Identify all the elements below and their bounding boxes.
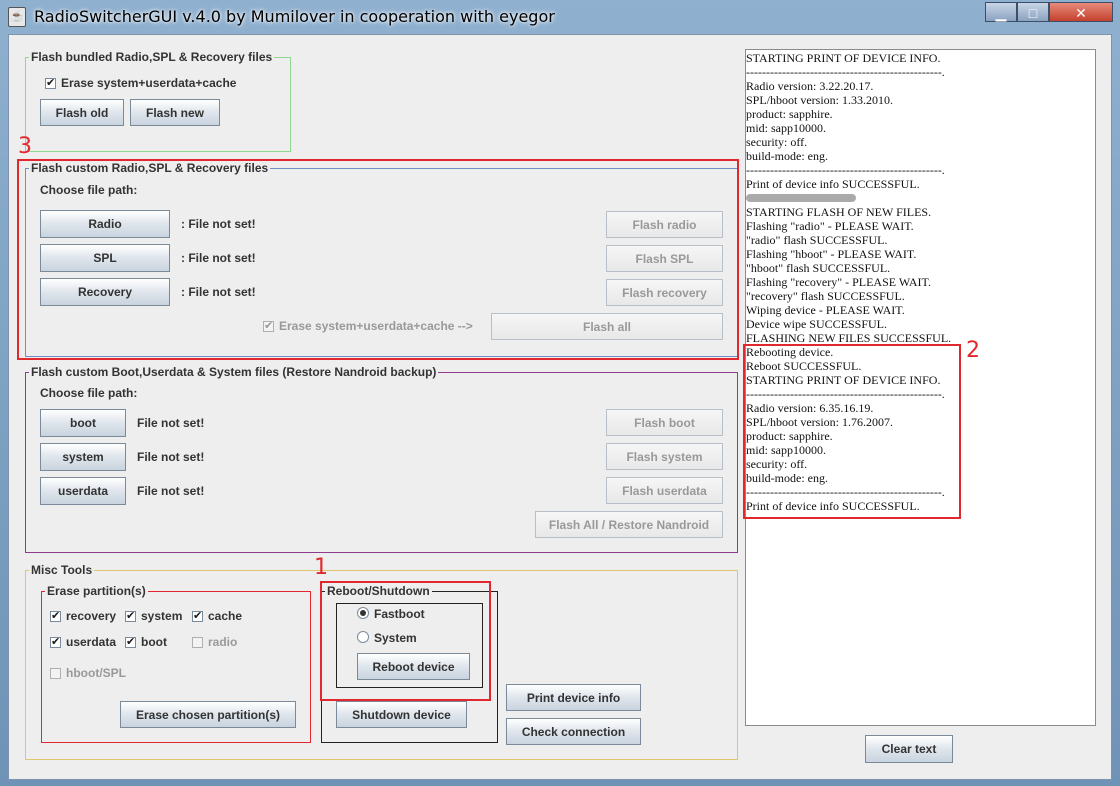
java-app-icon: ☕ bbox=[8, 7, 26, 27]
print-device-info-button[interactable]: Print device info bbox=[506, 684, 641, 711]
log-line: FLASHING NEW FILES SUCCESSFUL. bbox=[746, 331, 952, 345]
flash-boot-button[interactable]: Flash boot bbox=[606, 409, 723, 436]
log-line: Radio version: 3.22.20.17. bbox=[746, 79, 874, 93]
userdata-file-button[interactable]: userdata bbox=[40, 477, 126, 505]
boot-checkbox[interactable]: ✔ bbox=[125, 637, 136, 648]
flash-new-button[interactable]: Flash new bbox=[130, 99, 220, 126]
close-button[interactable]: ✕ bbox=[1049, 2, 1113, 22]
annotation-box-1 bbox=[320, 581, 491, 701]
log-line: Flashing "recovery" - PLEASE WAIT. bbox=[746, 275, 931, 289]
bundled-erase-checkbox[interactable]: ✔ bbox=[45, 78, 56, 89]
log-line: SPL/hboot version: 1.33.2010. bbox=[746, 93, 894, 107]
flash-userdata-button[interactable]: Flash userdata bbox=[606, 477, 723, 504]
log-line: STARTING PRINT OF DEVICE INFO. bbox=[746, 51, 941, 65]
log-line: Device wipe SUCCESSFUL. bbox=[746, 317, 887, 331]
system-checkbox[interactable]: ✔ bbox=[125, 611, 136, 622]
log-line: build-mode: eng. bbox=[746, 149, 828, 163]
log-line: "recovery" flash SUCCESSFUL. bbox=[746, 289, 905, 303]
log-line: Wiping device - PLEASE WAIT. bbox=[746, 303, 905, 317]
annotation-label-1: 1 bbox=[314, 555, 328, 580]
erase-partitions-button[interactable]: Erase chosen partition(s) bbox=[120, 701, 296, 728]
main-panel: Flash bundled Radio,SPL & Recovery files… bbox=[8, 34, 1112, 780]
app-window: ☕ RadioSwitcherGUI v.4.0 by Mumilover in… bbox=[0, 0, 1120, 786]
hboot-checkbox-label: hboot/SPL bbox=[66, 666, 126, 680]
log-line: Flashing "hboot" - PLEASE WAIT. bbox=[746, 247, 917, 261]
window-title: RadioSwitcherGUI v.4.0 by Mumilover in c… bbox=[34, 7, 555, 26]
recovery-checkbox-label: recovery bbox=[66, 609, 117, 623]
annotation-box-3 bbox=[17, 159, 739, 360]
cache-checkbox[interactable]: ✔ bbox=[192, 611, 203, 622]
log-line: mid: sapp10000. bbox=[746, 121, 826, 135]
bundled-erase-label: Erase system+userdata+cache bbox=[61, 76, 237, 90]
log-line: ----------------------------------------… bbox=[746, 163, 945, 177]
recovery-checkbox[interactable]: ✔ bbox=[50, 611, 61, 622]
radio-checkbox[interactable] bbox=[192, 637, 203, 648]
erase-partitions-legend: Erase partition(s) bbox=[45, 584, 148, 598]
userdata-checkbox-label: userdata bbox=[66, 635, 117, 649]
nandroid-legend: Flash custom Boot,Userdata & System file… bbox=[29, 365, 439, 379]
annotation-box-2 bbox=[743, 344, 961, 519]
system-file-status: File not set! bbox=[137, 450, 205, 464]
system-checkbox-label: system bbox=[141, 609, 183, 623]
log-line: Print of device info SUCCESSFUL. bbox=[746, 177, 920, 191]
boot-file-status: File not set! bbox=[137, 416, 205, 430]
radio-checkbox-label: radio bbox=[208, 635, 238, 649]
check-connection-button[interactable]: Check connection bbox=[506, 718, 641, 745]
minimize-button[interactable]: ▁ bbox=[985, 2, 1017, 22]
flash-all-nandroid-button[interactable]: Flash All / Restore Nandroid bbox=[535, 511, 723, 538]
log-line bbox=[746, 194, 856, 202]
misc-legend: Misc Tools bbox=[29, 563, 95, 577]
nandroid-choose-label: Choose file path: bbox=[40, 386, 138, 400]
shutdown-device-button[interactable]: Shutdown device bbox=[336, 701, 467, 728]
title-bar[interactable]: ☕ RadioSwitcherGUI v.4.0 by Mumilover in… bbox=[0, 0, 1120, 34]
log-line: Flashing "radio" - PLEASE WAIT. bbox=[746, 219, 914, 233]
userdata-checkbox[interactable]: ✔ bbox=[50, 637, 61, 648]
userdata-file-status: File not set! bbox=[137, 484, 205, 498]
annotation-label-3: 3 bbox=[18, 134, 32, 159]
log-line: STARTING FLASH OF NEW FILES. bbox=[746, 205, 932, 219]
log-line: "hboot" flash SUCCESSFUL. bbox=[746, 261, 891, 275]
log-line: ----------------------------------------… bbox=[746, 65, 945, 79]
log-line: "radio" flash SUCCESSFUL. bbox=[746, 233, 888, 247]
log-line: security: off. bbox=[746, 135, 808, 149]
bundled-legend: Flash bundled Radio,SPL & Recovery files bbox=[29, 50, 275, 64]
flash-old-button[interactable]: Flash old bbox=[40, 99, 124, 126]
boot-file-button[interactable]: boot bbox=[40, 409, 126, 437]
hboot-checkbox[interactable] bbox=[50, 668, 61, 679]
annotation-label-2: 2 bbox=[966, 338, 980, 363]
log-line: product: sapphire. bbox=[746, 107, 833, 121]
system-file-button[interactable]: system bbox=[40, 443, 126, 471]
flash-system-button[interactable]: Flash system bbox=[606, 443, 723, 470]
clear-text-button[interactable]: Clear text bbox=[865, 735, 953, 763]
maximize-button[interactable]: □ bbox=[1017, 2, 1049, 22]
cache-checkbox-label: cache bbox=[208, 609, 243, 623]
boot-checkbox-label: boot bbox=[141, 635, 167, 649]
